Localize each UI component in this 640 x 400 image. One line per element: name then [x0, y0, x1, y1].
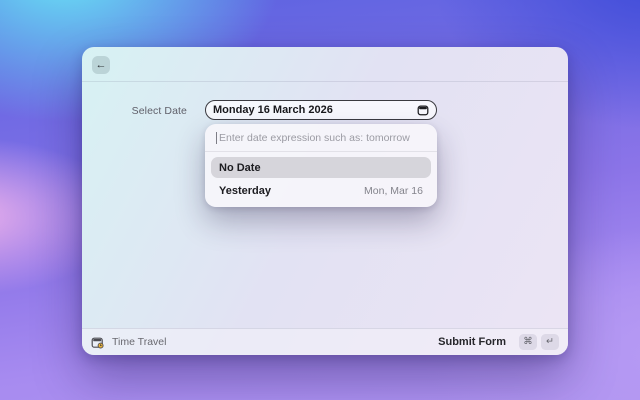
back-button[interactable]: ←	[92, 56, 110, 74]
submit-form-button[interactable]: Submit Form	[438, 336, 506, 348]
command-key-icon[interactable]: ⌘	[519, 334, 537, 350]
return-key-icon[interactable]: ↵	[541, 334, 559, 350]
option-no-date[interactable]: No Date	[211, 157, 431, 178]
option-label: Yesterday	[219, 184, 271, 197]
app-name: Time Travel	[112, 336, 167, 348]
date-expression-input[interactable]	[219, 131, 426, 144]
option-detail: Mon, Mar 16	[364, 184, 423, 197]
date-input-field[interactable]: Monday 16 March 2026	[205, 100, 437, 120]
calendar-clock-icon	[91, 336, 104, 349]
select-date-label: Select Date	[131, 105, 187, 117]
date-dropdown-popup: No Date Yesterday Mon, Mar 16	[205, 124, 437, 207]
calendar-icon	[417, 104, 429, 116]
window-footer: Time Travel Submit Form ⌘ ↵	[82, 328, 568, 355]
date-field-value: Monday 16 March 2026	[213, 104, 333, 116]
dropdown-search-row[interactable]	[205, 124, 437, 152]
back-arrow-icon: ←	[95, 58, 107, 71]
dropdown-options-list: No Date Yesterday Mon, Mar 16	[205, 152, 437, 207]
window-header: ←	[82, 47, 568, 82]
option-label: No Date	[219, 161, 261, 174]
time-travel-window: ← Select Date Monday 16 March 2026 No Da…	[82, 47, 568, 355]
text-caret	[216, 131, 217, 144]
option-yesterday[interactable]: Yesterday Mon, Mar 16	[211, 180, 431, 201]
